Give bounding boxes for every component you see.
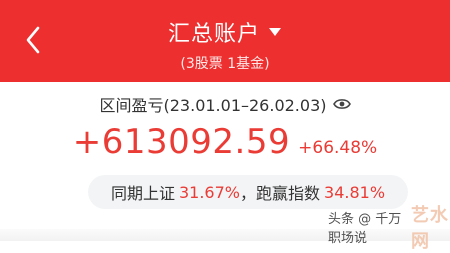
range-row: 区间盈亏(23.01.01–26.02.03) bbox=[0, 92, 450, 116]
account-subtitle: (3股票 1基金) bbox=[180, 56, 270, 72]
page-title: 汇总账户 bbox=[167, 22, 260, 47]
eye-icon bbox=[332, 99, 351, 109]
profit-row: +613092.59 +66.48% bbox=[0, 122, 450, 162]
benchmark-comparison: 同期上证 31.67% ，跑赢指数 34.81% bbox=[88, 175, 408, 209]
range-label: 区间盈亏(23.01.01–26.02.03) bbox=[99, 96, 327, 115]
range-inner: 区间盈亏(23.01.01–26.02.03) bbox=[100, 92, 351, 116]
header-bar: 汇总账户 (3股票 1基金) bbox=[0, 0, 450, 82]
title-block: 汇总账户 (3股票 1基金) bbox=[0, 16, 450, 73]
account-switcher[interactable]: 汇总账户 bbox=[168, 16, 282, 48]
watermark-text: 头条 @ 千万职场说 bbox=[328, 212, 402, 246]
beat-percent: 34.81% bbox=[324, 182, 386, 202]
watermark: 头条 @ 千万职场说 艺水网 bbox=[328, 205, 450, 252]
watermark-logo: 艺水网 bbox=[410, 205, 449, 252]
caret-down-icon bbox=[269, 28, 281, 36]
profit-value: +613092.59 bbox=[72, 122, 291, 162]
profit-percent: +66.48% bbox=[298, 138, 378, 158]
sse-percent: 31.67% bbox=[178, 182, 240, 202]
compare-middle: ，跑赢指数 bbox=[240, 184, 321, 203]
visibility-toggle[interactable] bbox=[332, 97, 351, 111]
compare-prefix: 同期上证 bbox=[110, 184, 175, 203]
